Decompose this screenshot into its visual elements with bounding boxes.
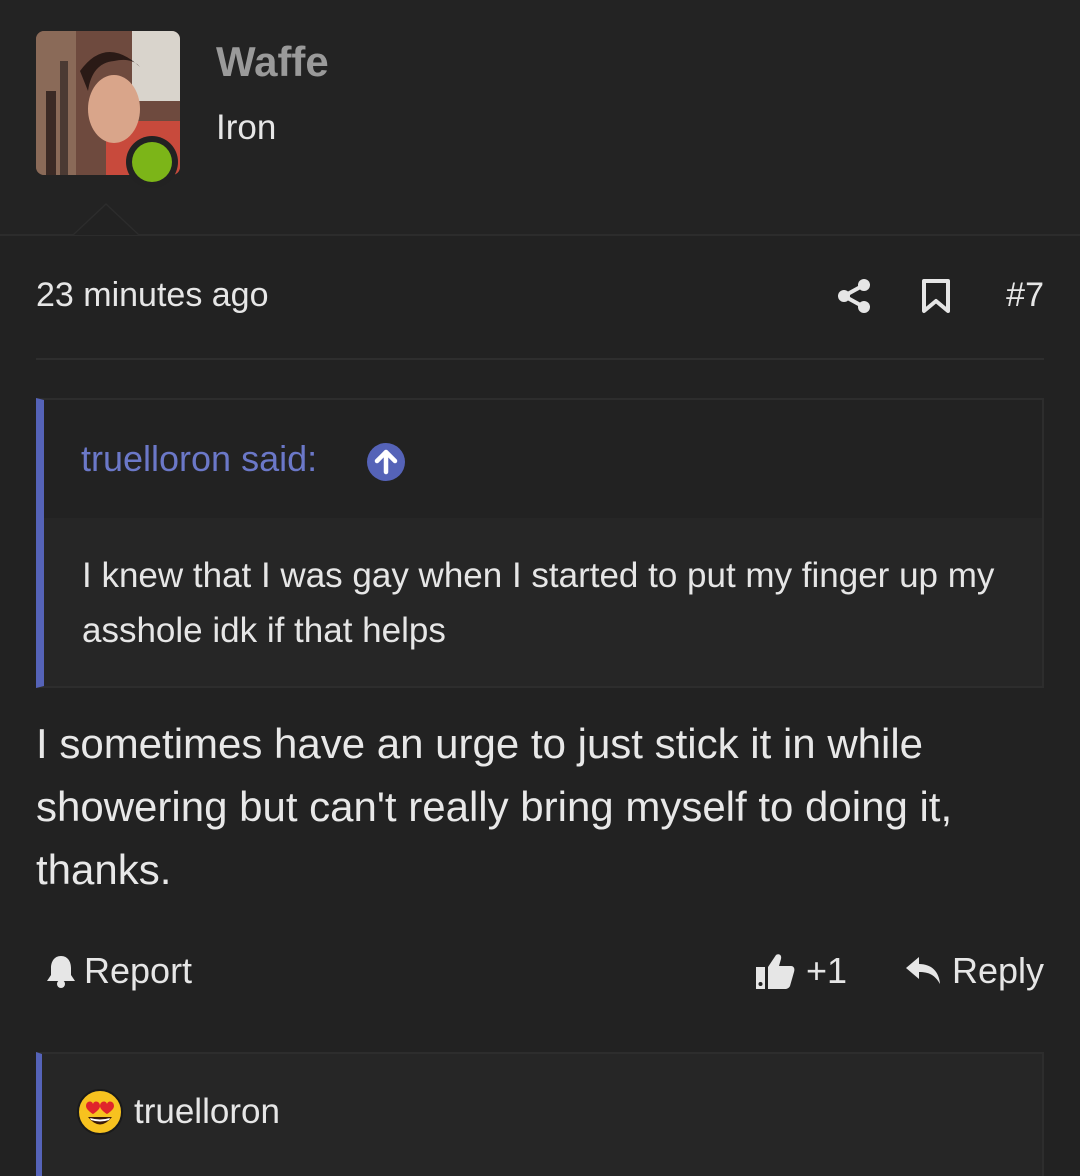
quote-text: I knew that I was gay when I started to … (82, 556, 995, 650)
quote-block: truelloron said: I knew that I was gay w… (36, 398, 1044, 688)
thumbs-up-icon (756, 954, 795, 989)
reaction-item[interactable]: truelloron (76, 1088, 280, 1136)
report-button[interactable]: Report (44, 950, 192, 992)
like-button[interactable]: +1 (754, 950, 847, 992)
post-number[interactable]: #7 (1006, 276, 1044, 315)
reactions-bar: truelloron (36, 1052, 1044, 1176)
header-pointer (72, 203, 140, 235)
quote-author[interactable]: truelloron said: (81, 438, 317, 480)
user-title: Iron (216, 108, 277, 147)
heart-eyes-emoji-icon (77, 1089, 123, 1135)
post-meta: 23 minutes ago #7 (36, 270, 1044, 326)
reply-label: Reply (951, 950, 1044, 991)
quote-header: truelloron said: (44, 400, 1042, 518)
bookmark-icon[interactable] (920, 278, 952, 314)
reaction-username: truelloron (134, 1092, 280, 1131)
reply-button[interactable]: Reply (904, 950, 1044, 992)
arrow-up-circle-icon[interactable] (366, 442, 406, 482)
post-body: I sometimes have an urge to just stick i… (36, 720, 953, 893)
post-actions: Report +1 Reply (36, 950, 1044, 1006)
share-icon[interactable] (836, 278, 872, 314)
online-status-indicator (126, 136, 178, 188)
post-timestamp[interactable]: 23 minutes ago (36, 276, 269, 315)
username[interactable]: Waffe (216, 38, 329, 86)
report-label: Report (84, 950, 193, 991)
bell-icon (47, 956, 75, 988)
user-header: Waffe Iron (0, 0, 1080, 236)
like-count: +1 (806, 950, 848, 991)
reply-icon (905, 957, 940, 984)
divider (36, 358, 1044, 360)
